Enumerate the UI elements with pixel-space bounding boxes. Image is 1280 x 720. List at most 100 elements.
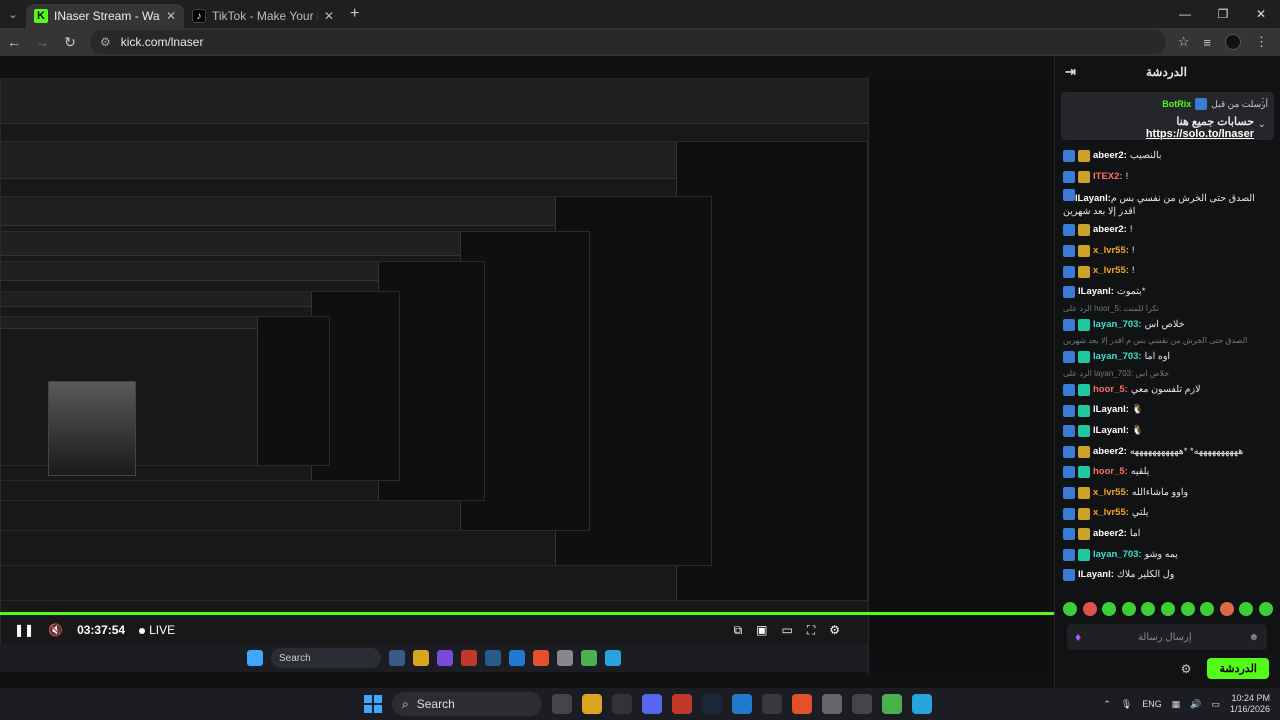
close-tab-icon[interactable]: ✕: [166, 9, 176, 23]
chat-message[interactable]: hoor_5: يلقيه: [1063, 462, 1272, 483]
chat-username[interactable]: x_lvr55:: [1093, 503, 1129, 524]
emote-icon[interactable]: [1082, 602, 1097, 616]
chat-username[interactable]: lLayanl:: [1093, 400, 1129, 421]
clip-icon[interactable]: ▣: [756, 623, 767, 638]
fullscreen-icon[interactable]: ⛶: [807, 623, 815, 638]
chat-message[interactable]: x_lvr55: !: [1063, 241, 1272, 262]
collapse-chat-icon[interactable]: ⇥: [1065, 64, 1076, 80]
bookmark-star-icon[interactable]: ☆: [1178, 34, 1190, 50]
chat-message[interactable]: abeer2: بالنصيب: [1063, 146, 1272, 167]
mic-icon[interactable]: 🎙: [1121, 699, 1132, 710]
media-icon[interactable]: ≡: [1203, 35, 1211, 50]
chat-message[interactable]: layan_703: اوه اما: [1063, 347, 1272, 368]
chat-username[interactable]: abeer2:: [1093, 220, 1127, 241]
chat-username[interactable]: layan_703:: [1093, 315, 1142, 336]
chevron-down-icon[interactable]: ⌄: [1258, 119, 1266, 130]
forward-icon[interactable]: →: [34, 34, 50, 50]
chevron-up-icon[interactable]: ⌃: [1103, 699, 1111, 710]
smiley-icon[interactable]: ☻: [1248, 632, 1259, 643]
chat-message[interactable]: ITEX2: !: [1063, 167, 1272, 188]
chat-message[interactable]: hoor_5: لازم تلفسون معي: [1063, 380, 1272, 401]
menu-dots-icon[interactable]: ⋮: [1255, 34, 1268, 50]
file-explorer-icon[interactable]: [582, 694, 602, 714]
app-icon[interactable]: [912, 694, 932, 714]
chat-username[interactable]: hoor_5:: [1093, 462, 1128, 483]
progress-bar[interactable]: [0, 612, 1054, 615]
chat-username[interactable]: lLayanl:: [1093, 421, 1129, 442]
chat-input[interactable]: ♦ إرسال رسالة ☻: [1067, 624, 1267, 650]
language-indicator[interactable]: ENG: [1142, 699, 1162, 709]
app-icon[interactable]: [852, 694, 872, 714]
chat-message[interactable]: lLayanl: الصدق حتى الخرش من نفسي بس م اق…: [1063, 187, 1272, 220]
back-icon[interactable]: ←: [6, 34, 22, 50]
tab-tiktok[interactable]: ♪ TikTok - Make Your Day ✕: [184, 4, 342, 28]
chat-message[interactable]: layan_703: خلاص اس: [1063, 315, 1272, 336]
steam-icon[interactable]: [702, 694, 722, 714]
pinned-message[interactable]: أرسلت من قبل BotRix حسابات جميع هنا http…: [1061, 92, 1274, 140]
chat-username[interactable]: lLayanl:: [1078, 282, 1114, 303]
chat-message[interactable]: abeer2: ههههههههههه* *هههههههههههه: [1063, 442, 1272, 463]
pinned-link[interactable]: https://solo.to/lnaser: [1146, 128, 1254, 140]
chat-username[interactable]: x_lvr55:: [1093, 261, 1129, 282]
mute-icon[interactable]: 🔇: [48, 623, 63, 637]
chat-username[interactable]: x_lvr55:: [1093, 483, 1129, 504]
emote-icon[interactable]: [1063, 602, 1077, 616]
emote-icon[interactable]: [1239, 602, 1254, 616]
new-tab-icon[interactable]: +: [350, 5, 359, 23]
url-field[interactable]: ⚙ kick.com/lnaser: [90, 30, 1166, 54]
settings-gear-icon[interactable]: ⚙: [829, 623, 840, 638]
emote-icon[interactable]: [1258, 602, 1273, 616]
stream-video[interactable]: ❚❚ 🔇 03:37:54 LIVE ⧉ ▣ ▭ ⛶ ⚙ Search: [0, 56, 1054, 688]
chat-username[interactable]: hoor_5:: [1093, 380, 1128, 401]
reload-icon[interactable]: ↻: [62, 34, 78, 51]
site-settings-icon[interactable]: ⚙: [100, 35, 111, 49]
theater-icon[interactable]: ▭: [781, 623, 792, 638]
close-window-icon[interactable]: ✕: [1242, 0, 1280, 28]
tab-kick[interactable]: K INaser Stream - Watch Live on ✕: [26, 4, 184, 28]
settings-icon[interactable]: [822, 694, 842, 714]
brave-icon[interactable]: [792, 694, 812, 714]
profile-avatar[interactable]: [1225, 34, 1241, 50]
chat-username[interactable]: ITEX2:: [1093, 167, 1123, 188]
battery-icon[interactable]: ▭: [1211, 699, 1220, 710]
chat-username[interactable]: lLayanl:: [1075, 193, 1111, 204]
more-options-icon[interactable]: ⋮: [1258, 97, 1268, 108]
chat-username[interactable]: layan_703:: [1093, 347, 1142, 368]
volume-icon[interactable]: 🔊: [1190, 699, 1201, 710]
task-view-icon[interactable]: [552, 694, 572, 714]
chat-username[interactable]: x_lvr55:: [1093, 241, 1129, 262]
chat-username[interactable]: abeer2:: [1093, 524, 1127, 545]
chat-username[interactable]: abeer2:: [1093, 442, 1127, 463]
restore-icon[interactable]: ❐: [1204, 0, 1242, 28]
pause-icon[interactable]: ❚❚: [14, 623, 34, 637]
tab-search-icon[interactable]: ⌄: [0, 0, 26, 28]
app-icon[interactable]: [612, 694, 632, 714]
chat-message[interactable]: lLayanl: ول الكلير ملاك: [1063, 565, 1272, 586]
chat-message[interactable]: abeer2: !: [1063, 220, 1272, 241]
chat-message[interactable]: layan_703: يمه وشو: [1063, 545, 1272, 566]
chat-settings-icon[interactable]: ⚙: [1181, 662, 1192, 676]
emote-icon[interactable]: [1200, 602, 1215, 616]
emote-icon[interactable]: [1219, 602, 1234, 616]
chat-message[interactable]: x_lvr55: يلتي: [1063, 503, 1272, 524]
network-icon[interactable]: ▦: [1172, 699, 1181, 710]
close-tab-icon[interactable]: ✕: [324, 9, 334, 23]
chat-message[interactable]: lLayanl: 🐧: [1063, 400, 1272, 421]
emote-icon[interactable]: [1160, 602, 1175, 616]
chat-message[interactable]: lLayanl: 🐧: [1063, 421, 1272, 442]
emote-icon[interactable]: [1102, 602, 1117, 616]
emote-icon[interactable]: [1121, 602, 1136, 616]
windows-start-icon[interactable]: [364, 695, 382, 713]
app-icon[interactable]: [672, 694, 692, 714]
pinned-username[interactable]: BotRix: [1162, 99, 1191, 109]
chrome-icon[interactable]: [882, 694, 902, 714]
chat-username[interactable]: lLayanl:: [1078, 565, 1114, 586]
app-icon[interactable]: [762, 694, 782, 714]
app-icon[interactable]: [732, 694, 752, 714]
chat-message[interactable]: lLayanl: *بتموت: [1063, 282, 1272, 303]
send-button[interactable]: الدردشة: [1207, 658, 1269, 679]
chat-username[interactable]: abeer2:: [1093, 146, 1127, 167]
minimize-icon[interactable]: —: [1166, 0, 1204, 28]
chat-message[interactable]: abeer2: اما: [1063, 524, 1272, 545]
emote-icon[interactable]: [1180, 602, 1195, 616]
